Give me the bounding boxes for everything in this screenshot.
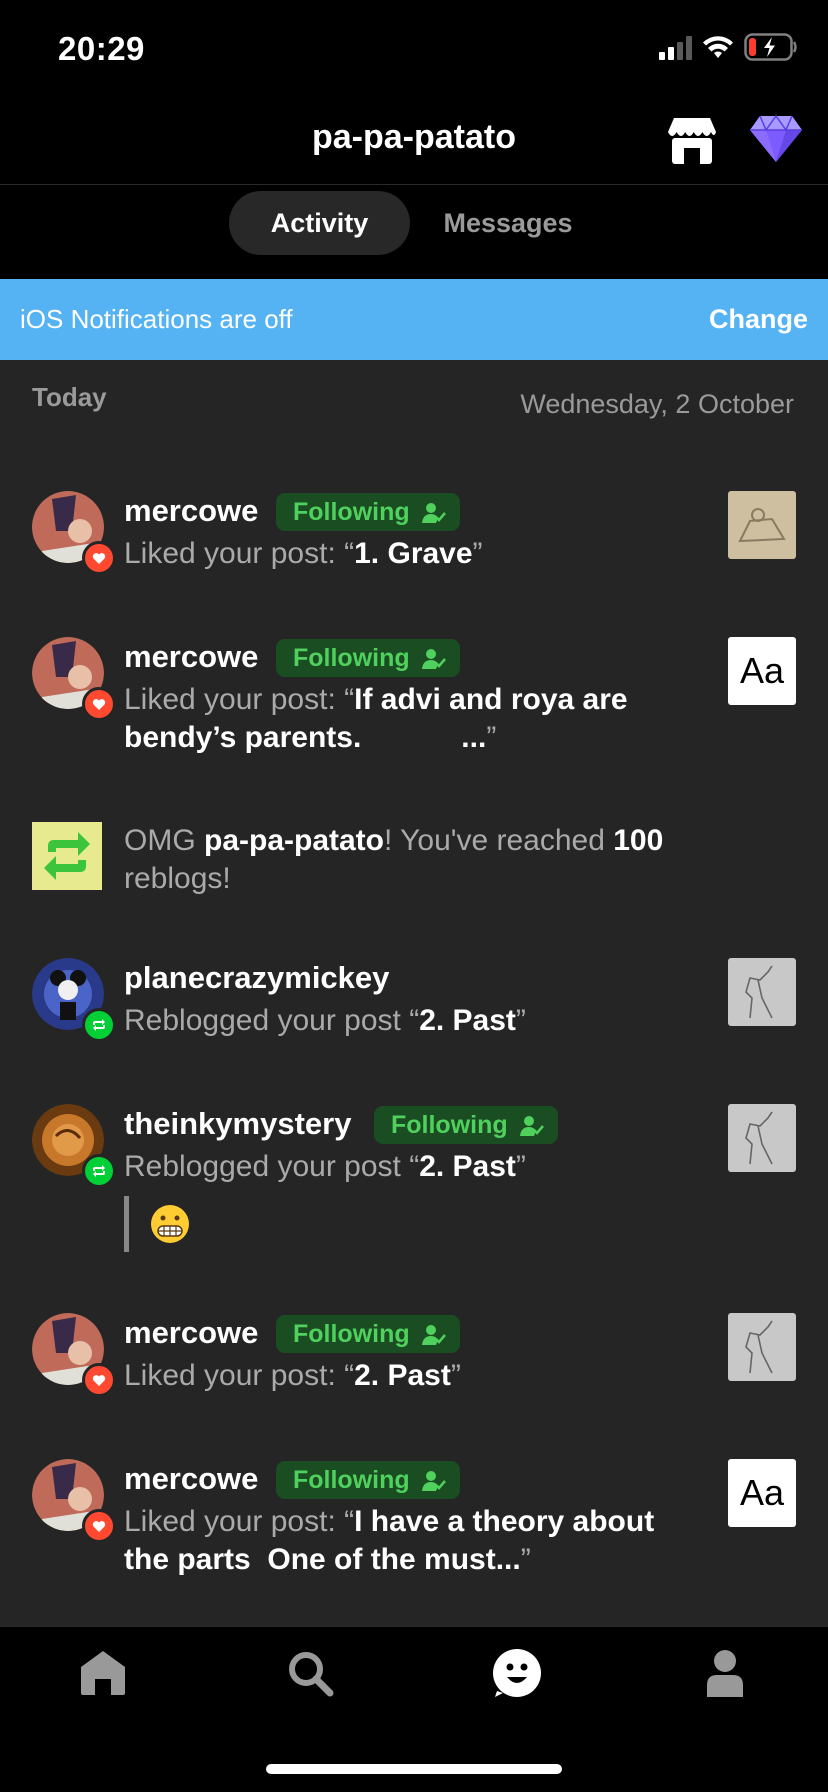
activity-text: Liked your post: “1. Grave” xyxy=(124,537,483,570)
section-date: Wednesday, 2 October xyxy=(520,389,794,419)
following-label: Following xyxy=(293,644,410,672)
shop-icon[interactable] xyxy=(666,114,718,166)
quote-bar xyxy=(124,1196,129,1252)
diamond-icon[interactable] xyxy=(748,114,804,164)
top-bar: 20:29 pa-pa-patato Activity Messages xyxy=(0,0,828,279)
reblog-milestone-icon xyxy=(32,822,102,890)
tab-bar: Activity Messages xyxy=(0,191,828,255)
banner-text: iOS Notifications are off xyxy=(20,304,293,334)
like-badge-icon xyxy=(82,687,116,721)
following-label: Following xyxy=(293,1320,410,1348)
activity-text: Reblogged your post “2. Past” xyxy=(124,1004,526,1037)
following-label: Following xyxy=(293,498,410,526)
wifi-icon xyxy=(703,36,733,58)
header-divider xyxy=(0,184,828,185)
section-today: Today xyxy=(32,382,107,412)
following-badge: Following xyxy=(276,493,460,531)
reblog-badge-icon xyxy=(82,1008,116,1042)
activity-text: Liked your post: “I have a theory about … xyxy=(124,1505,663,1576)
activity-icon[interactable] xyxy=(491,1647,543,1699)
text-post-thumbnail[interactable]: Aa xyxy=(728,637,796,705)
like-badge-icon xyxy=(82,1363,116,1397)
activity-text: Liked your post: “2. Past” xyxy=(124,1359,461,1392)
reblog-badge-icon xyxy=(82,1154,116,1188)
following-badge: Following xyxy=(276,1461,460,1499)
home-indicator[interactable] xyxy=(266,1764,562,1774)
activity-text: Reblogged your post “2. Past” xyxy=(124,1150,526,1183)
text-post-thumbnail[interactable]: Aa xyxy=(728,1459,796,1527)
following-badge: Following xyxy=(374,1106,558,1144)
post-thumbnail[interactable] xyxy=(728,491,796,559)
following-label: Following xyxy=(293,1466,410,1494)
like-badge-icon xyxy=(82,1509,116,1543)
tab-messages[interactable]: Messages xyxy=(420,191,596,255)
following-label: Following xyxy=(391,1111,508,1139)
username[interactable]: theinkymystery xyxy=(124,1104,351,1144)
notifications-banner: iOS Notifications are off Change xyxy=(0,279,828,360)
post-thumbnail[interactable] xyxy=(728,1313,796,1381)
user-check-icon xyxy=(421,1325,446,1345)
battery-icon xyxy=(744,33,797,61)
user-check-icon xyxy=(421,1471,446,1491)
username[interactable]: mercowe xyxy=(124,1313,258,1353)
change-button[interactable]: Change xyxy=(709,279,808,360)
milestone-text: OMG pa-pa-patato! You've reached 100 reb… xyxy=(124,824,664,895)
username[interactable]: planecrazymickey xyxy=(124,958,389,998)
tab-activity[interactable]: Activity xyxy=(229,191,410,255)
following-badge: Following xyxy=(276,639,460,677)
post-thumbnail[interactable] xyxy=(728,1104,796,1172)
username[interactable]: mercowe xyxy=(124,1459,258,1499)
following-badge: Following xyxy=(276,1315,460,1353)
user-check-icon xyxy=(421,503,446,523)
activity-text: Liked your post: “If advi and roya are b… xyxy=(124,683,636,754)
signal-icon xyxy=(659,34,692,60)
username[interactable]: mercowe xyxy=(124,637,258,677)
username[interactable]: mercowe xyxy=(124,491,258,531)
status-time: 20:29 xyxy=(58,30,145,67)
user-check-icon xyxy=(421,649,446,669)
status-icons xyxy=(659,32,798,62)
home-icon[interactable] xyxy=(77,1647,129,1699)
account-icon[interactable] xyxy=(699,1647,751,1699)
user-check-icon xyxy=(519,1116,544,1136)
grimacing-emoji xyxy=(151,1205,189,1243)
like-badge-icon xyxy=(82,541,116,575)
post-thumbnail[interactable] xyxy=(728,958,796,1026)
search-icon[interactable] xyxy=(284,1647,336,1699)
